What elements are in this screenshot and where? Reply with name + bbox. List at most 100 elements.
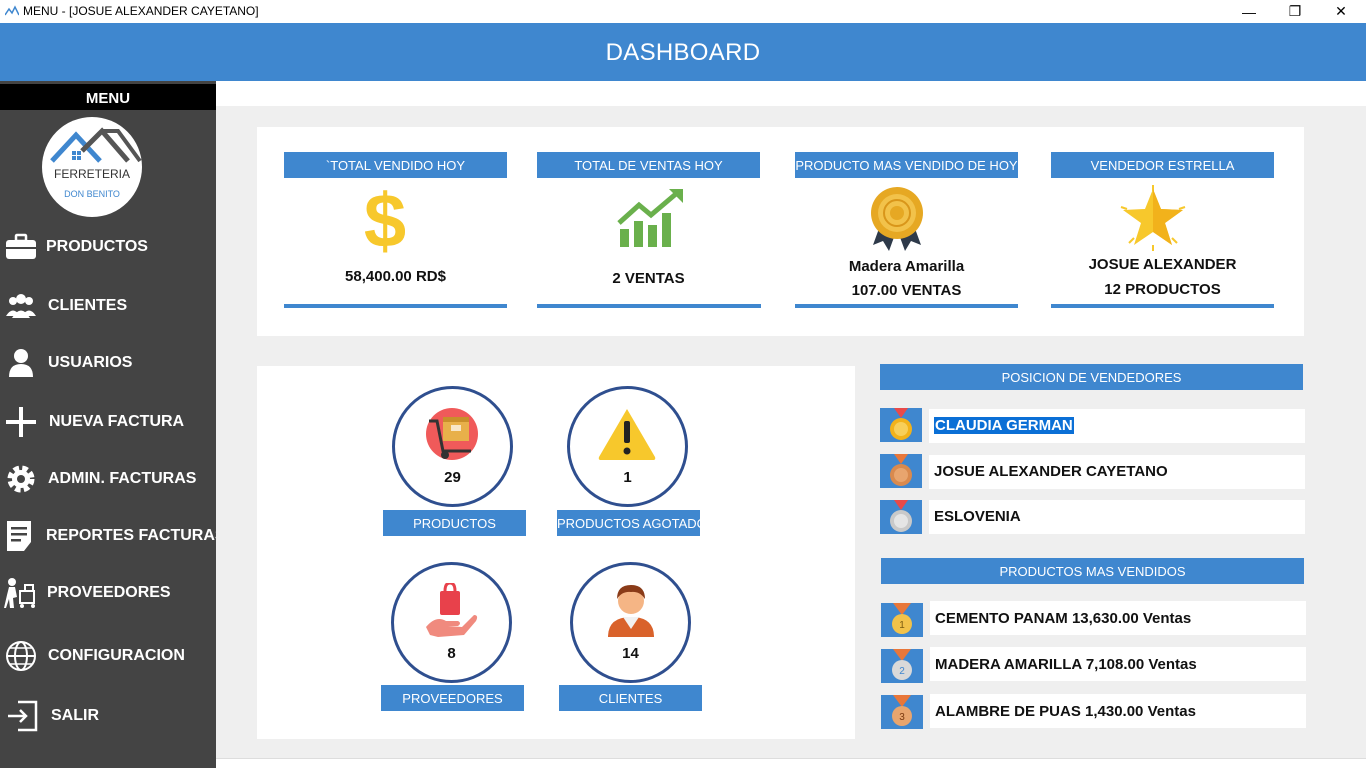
report-icon (7, 521, 31, 551)
stat-value-vendedor-productos: 12 PRODUCTOS (1104, 281, 1221, 298)
svg-text:2: 2 (899, 666, 905, 677)
product-row[interactable]: CEMENTO PANAM 13,630.00 Ventas (930, 601, 1306, 635)
tile-productos-agotados[interactable]: 1 (567, 386, 688, 507)
stat-value-producto-nombre: Madera Amarilla (848, 258, 965, 275)
sellers-ranking-title: POSICION DE VENDEDORES (880, 364, 1303, 390)
seller-row[interactable]: CLAUDIA GERMAN (929, 409, 1305, 443)
stat-title-vendedor-estrella: VENDEDOR ESTRELLA (1051, 152, 1274, 178)
sidebar-item-nueva-factura[interactable]: NUEVA FACTURA (0, 400, 216, 444)
briefcase-icon (6, 233, 36, 259)
seller-row[interactable]: ESLOVENIA (929, 500, 1305, 534)
dashboard-content: `TOTAL VENDIDO HOY $ 58,400.00 RD$ TOTAL… (216, 106, 1366, 768)
gear-icon (7, 465, 35, 493)
window-title: MENU - [JOSUE ALEXANDER CAYETANO] (23, 4, 259, 18)
warning-icon (598, 409, 656, 460)
product-text: CEMENTO PANAM 13,630.00 Ventas (935, 610, 1192, 627)
dollar-icon: $ (365, 185, 405, 255)
sidebar-item-label: CONFIGURACION (48, 647, 185, 664)
logo-name: FERRETERIA (53, 167, 130, 181)
page-title: DASHBOARD (605, 39, 761, 66)
sidebar-item-label: PRODUCTOS (46, 238, 148, 255)
sidebar-item-label: CLIENTES (48, 297, 128, 314)
star-icon (1120, 185, 1186, 251)
sidebar-item-label: NUEVA FACTURA (49, 413, 185, 430)
restore-button[interactable]: ❐ (1272, 0, 1318, 23)
tile-label-productos-agotados[interactable]: PRODUCTOS AGOTADOS (557, 510, 715, 536)
globe-icon (6, 641, 36, 671)
tile-clientes[interactable]: 14 (570, 562, 691, 683)
stat-value-vendedor-nombre: JOSUE ALEXANDER (1088, 256, 1237, 273)
rank-3-medal-icon: 3 (881, 695, 923, 729)
exit-icon (8, 700, 38, 732)
seller-name: JOSUE ALEXANDER CAYETANO (934, 463, 1168, 480)
stat-value-producto-ventas: 107.00 VENTAS (851, 282, 962, 299)
stat-title-producto-mas-vendido: PRODUCTO MAS VENDIDO DE HOY (795, 152, 1018, 178)
app-header: DASHBOARD (0, 23, 1366, 81)
tile-count: 29 (444, 469, 461, 486)
svg-text:$: $ (365, 185, 405, 255)
sidebar-item-productos[interactable]: PRODUCTOS (0, 225, 216, 269)
growth-chart-icon (617, 189, 683, 247)
company-logo: FERRETERIA DON BENITO (42, 117, 142, 217)
window-title-bar: MENU - [JOSUE ALEXANDER CAYETANO] — ❐ ✕ (0, 0, 1366, 23)
tile-label-proveedores[interactable]: PROVEEDORES (381, 685, 524, 711)
tile-label-productos[interactable]: PRODUCTOS (383, 510, 526, 536)
sidebar-item-proveedores[interactable]: PROVEEDORES (0, 571, 216, 615)
tile-count: 8 (447, 645, 456, 662)
minimize-button[interactable]: — (1226, 0, 1272, 23)
seller-name: CLAUDIA GERMAN (934, 417, 1074, 434)
bronze-medal-icon (880, 454, 922, 488)
svg-text:1: 1 (899, 620, 905, 631)
sidebar-item-label: SALIR (51, 707, 99, 724)
sidebar-item-usuarios[interactable]: USUARIOS (0, 341, 216, 385)
delivery-icon (4, 578, 35, 608)
sidebar-item-clientes[interactable]: CLIENTES (0, 284, 216, 328)
logo-subname: DON BENITO (64, 189, 120, 199)
house-roof-icon (50, 127, 142, 163)
sidebar-item-label: USUARIOS (48, 354, 133, 371)
stat-underline (537, 304, 761, 308)
seller-row[interactable]: JOSUE ALEXANDER CAYETANO (929, 455, 1305, 489)
stat-underline (284, 304, 507, 308)
tile-productos[interactable]: 29 (392, 386, 513, 507)
product-text: MADERA AMARILLA 7,108.00 Ventas (935, 656, 1197, 673)
tile-label-clientes[interactable]: CLIENTES (559, 685, 702, 711)
summary-tiles-card: 29 PRODUCTOS 1 PRODUCTOS AGOTADOS 8 PROV… (257, 366, 855, 739)
sidebar-item-salir[interactable]: SALIR (0, 694, 216, 738)
close-button[interactable]: ✕ (1318, 0, 1364, 23)
plus-icon (6, 407, 36, 437)
users-icon (6, 294, 36, 318)
stat-underline (795, 304, 1018, 308)
silver-medal-icon (880, 500, 922, 534)
tile-count: 14 (622, 645, 639, 662)
award-badge-icon (871, 187, 923, 251)
product-row[interactable]: MADERA AMARILLA 7,108.00 Ventas (930, 647, 1306, 681)
user-icon (9, 349, 33, 377)
tile-proveedores[interactable]: 8 (391, 562, 512, 683)
customer-icon (608, 585, 654, 637)
sidebar-item-reportes-facturas[interactable]: REPORTES FACTURAS (0, 514, 226, 558)
seller-name: ESLOVENIA (934, 508, 1021, 525)
product-row[interactable]: ALAMBRE DE PUAS 1,430.00 Ventas (930, 694, 1306, 728)
stat-underline (1051, 304, 1274, 308)
rank-1-medal-icon: 1 (881, 603, 923, 637)
sidebar-item-configuracion[interactable]: CONFIGURACION (0, 634, 216, 678)
sidebar-item-label: PROVEEDORES (47, 584, 171, 601)
sidebar-item-admin-facturas[interactable]: ADMIN. FACTURAS (0, 457, 216, 501)
tile-count: 1 (623, 469, 632, 486)
rank-2-medal-icon: 2 (881, 649, 923, 683)
window-bottom-edge (216, 758, 1366, 769)
product-text: ALAMBRE DE PUAS 1,430.00 Ventas (935, 703, 1196, 720)
package-cart-icon (426, 408, 478, 460)
app-icon (5, 5, 19, 16)
stats-card: `TOTAL VENDIDO HOY $ 58,400.00 RD$ TOTAL… (257, 127, 1304, 336)
sidebar: MENU FERRETERIA DON BENITO PRODUCTOS CLI… (0, 81, 226, 768)
menu-heading: MENU (0, 84, 216, 110)
top-products-title: PRODUCTOS MAS VENDIDOS (881, 558, 1304, 584)
sidebar-item-label: ADMIN. FACTURAS (48, 470, 197, 487)
stat-title-total-ventas: TOTAL DE VENTAS HOY (537, 152, 760, 178)
stat-value-total-ventas: 2 VENTAS (612, 270, 685, 287)
gift-hand-icon (426, 583, 478, 637)
stat-value-total-vendido: 58,400.00 RD$ (345, 268, 446, 285)
stat-title-total-vendido: `TOTAL VENDIDO HOY (284, 152, 507, 178)
